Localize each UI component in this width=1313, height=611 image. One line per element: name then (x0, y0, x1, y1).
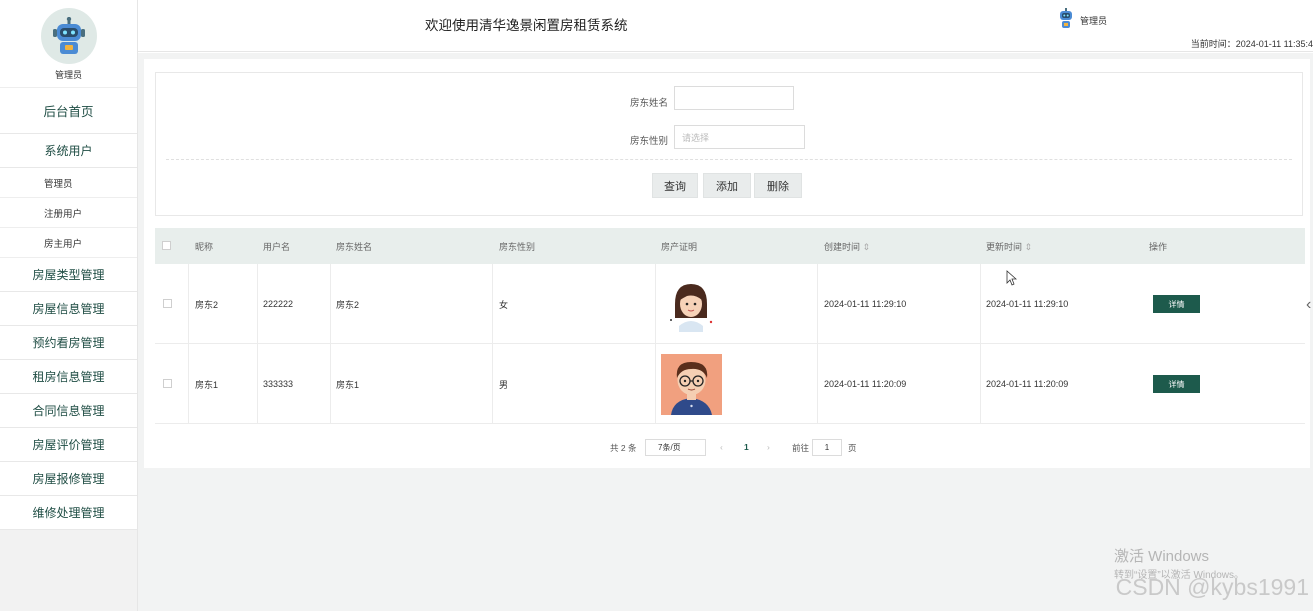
page-size-select[interactable]: 7条/页 (645, 439, 706, 456)
col-property-proof: 房产证明 (661, 242, 698, 252)
windows-activation-title: 激活 Windows (1114, 548, 1210, 565)
query-button[interactable]: 查询 (652, 173, 698, 198)
sidebar-item-house-info[interactable]: 房屋信息管理 (0, 292, 137, 326)
cell-landlord-name: 房东2 (336, 299, 360, 310)
table-header: 昵称 用户名 房东姓名 房东性别 房产证明 创建时间 ⇕ 更新时间 ⇕ 操作 (155, 228, 1305, 264)
cell-gender: 女 (499, 299, 509, 310)
divider (166, 159, 1292, 160)
cell-gender: 男 (499, 379, 509, 390)
goto-label: 前往 (792, 443, 810, 453)
sidebar: 管理员 后台首页 系统用户 管理员 注册用户 房主用户 房屋类型管理 房屋信息管… (0, 0, 138, 611)
sidebar-item-repair-process[interactable]: 维修处理管理 (0, 496, 137, 530)
table-row: 房东1 333333 房东1 男 2024-01-11 11:20:09 202… (155, 344, 1305, 424)
sidebar-item-system-users[interactable]: 系统用户 (0, 134, 137, 168)
column-divider (655, 344, 656, 424)
main-content: 房东姓名 房东性别 请选择 查询 添加 删除 昵称 用户名 房东姓名 房东性别 … (138, 53, 1313, 611)
male-avatar-image (661, 353, 722, 415)
row-checkbox[interactable] (163, 379, 172, 388)
search-form: 房东姓名 房东性别 请选择 查询 添加 删除 (155, 72, 1303, 216)
chevron-left-icon[interactable]: ‹ (1306, 296, 1311, 314)
column-divider (980, 344, 981, 424)
sidebar-item-repair-report[interactable]: 房屋报修管理 (0, 462, 137, 496)
cell-updated-time: 2024-01-11 11:29:10 (986, 299, 1069, 309)
col-actions: 操作 (1149, 242, 1168, 252)
prev-page-icon[interactable]: ‹ (720, 442, 723, 452)
sidebar-item-house-type[interactable]: 房屋类型管理 (0, 258, 137, 292)
cell-property-proof[interactable] (661, 264, 721, 344)
column-divider (257, 344, 258, 424)
goto-page-input[interactable]: 1 (812, 439, 842, 456)
header-user[interactable]: 管理员 (1058, 8, 1107, 32)
name-label: 房东姓名 (630, 98, 669, 109)
select-all-checkbox[interactable] (162, 241, 171, 250)
col-username: 用户名 (263, 242, 291, 252)
column-divider (492, 344, 493, 424)
header-user-name: 管理员 (1080, 15, 1108, 26)
column-divider (257, 264, 258, 344)
column-divider (188, 344, 189, 424)
sidebar-subitem-registered-users[interactable]: 注册用户 (0, 198, 137, 228)
col-landlord-name: 房东姓名 (336, 242, 373, 252)
sidebar-item-contract[interactable]: 合同信息管理 (0, 394, 137, 428)
col-updated-time-label: 更新时间 (986, 242, 1023, 252)
cell-landlord-name: 房东1 (336, 379, 360, 390)
sidebar-item-home[interactable]: 后台首页 (0, 88, 137, 134)
cell-created-time: 2024-01-11 11:29:10 (824, 299, 907, 309)
sidebar-item-rental[interactable]: 租房信息管理 (0, 360, 137, 394)
cell-nickname: 房东1 (195, 379, 219, 390)
profile-name: 管理员 (54, 70, 82, 80)
col-created-time[interactable]: 创建时间 ⇕ (824, 240, 870, 253)
csdn-watermark: CSDN @kybs1991 (1115, 574, 1309, 600)
page-number-current[interactable]: 1 (744, 442, 749, 452)
gender-select[interactable]: 请选择 (674, 125, 805, 149)
col-created-time-label: 创建时间 (824, 242, 861, 252)
robot-icon (1058, 8, 1074, 32)
gender-label: 房东性别 (630, 136, 669, 147)
current-time: 当前时间：2024-01-11 11:35:4 (1190, 39, 1313, 49)
col-nickname: 昵称 (195, 242, 214, 252)
column-divider (817, 344, 818, 424)
table-row: 房东2 222222 房东2 女 2024-01-11 11:29:10 202… (155, 264, 1305, 344)
robot-avatar-icon (40, 8, 97, 64)
profile: 管理员 (0, 0, 137, 88)
column-divider (188, 264, 189, 344)
column-divider (492, 264, 493, 344)
sidebar-subitem-admin[interactable]: 管理员 (0, 168, 137, 198)
mouse-cursor-icon (1006, 270, 1018, 291)
delete-button[interactable]: 删除 (754, 173, 802, 198)
page-title: 欢迎使用清华逸景闲置房租赁系统 (425, 18, 628, 33)
content-panel: 房东姓名 房东性别 请选择 查询 添加 删除 昵称 用户名 房东姓名 房东性别 … (144, 59, 1310, 468)
sidebar-item-viewing[interactable]: 预约看房管理 (0, 326, 137, 360)
cell-created-time: 2024-01-11 11:20:09 (824, 379, 907, 389)
col-gender: 房东性别 (499, 242, 536, 252)
page-unit-label: 页 (848, 443, 857, 453)
row-checkbox[interactable] (163, 299, 172, 308)
pagination: 共 2 条 7条/页 ‹ 1 › 前往 1 页 (144, 439, 1310, 459)
name-input[interactable] (674, 86, 794, 110)
pagination-total: 共 2 条 (610, 443, 637, 453)
cell-username: 333333 (263, 379, 294, 389)
female-avatar-image (661, 274, 721, 334)
cell-nickname: 房东2 (195, 299, 219, 310)
cell-property-proof[interactable] (661, 344, 722, 424)
cell-username: 222222 (263, 299, 294, 309)
sidebar-item-review[interactable]: 房屋评价管理 (0, 428, 137, 462)
add-button[interactable]: 添加 (703, 173, 751, 198)
column-divider (330, 344, 331, 424)
next-page-icon[interactable]: › (767, 442, 770, 452)
column-divider (330, 264, 331, 344)
cell-updated-time: 2024-01-11 11:20:09 (986, 379, 1069, 389)
column-divider (980, 264, 981, 344)
header: 欢迎使用清华逸景闲置房租赁系统 管理员 当前时间：2024-01-11 11:3… (138, 0, 1313, 52)
column-divider (817, 264, 818, 344)
sort-icon[interactable]: ⇕ (863, 242, 871, 252)
sort-icon[interactable]: ⇕ (1025, 242, 1033, 252)
column-divider (655, 264, 656, 344)
detail-button[interactable]: 详情 (1153, 375, 1200, 393)
col-updated-time[interactable]: 更新时间 ⇕ (986, 240, 1032, 253)
sidebar-subitem-landlords[interactable]: 房主用户 (0, 228, 137, 258)
detail-button[interactable]: 详情 (1153, 295, 1200, 313)
landlord-table: 昵称 用户名 房东姓名 房东性别 房产证明 创建时间 ⇕ 更新时间 ⇕ 操作 房… (155, 228, 1305, 424)
